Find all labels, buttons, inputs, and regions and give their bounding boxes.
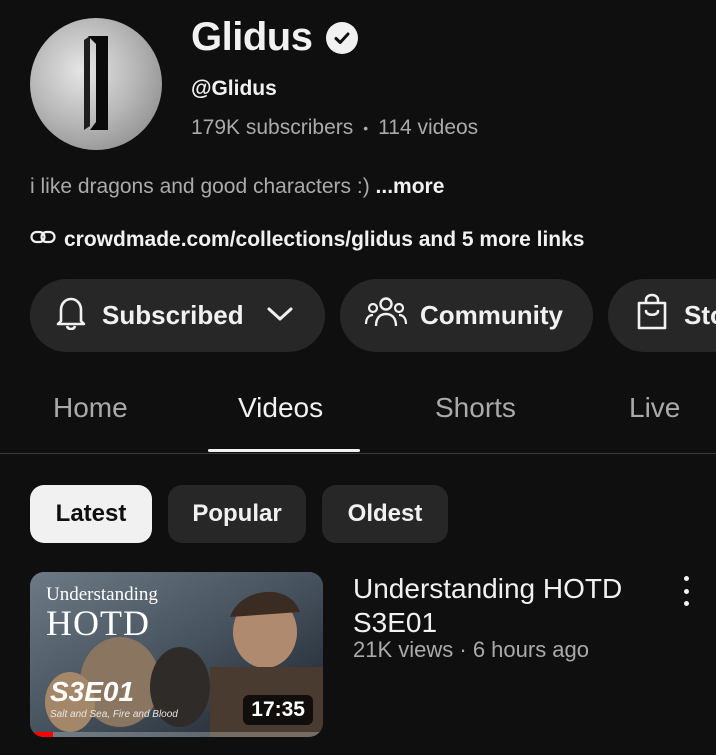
links-text: crowdmade.com/collections/glidus and 5 m… <box>64 228 585 251</box>
thumb-episode-text: S3E01 <box>50 676 135 707</box>
video-count: 114 videos <box>378 116 479 139</box>
link-icon <box>30 228 56 252</box>
tab-home[interactable]: Home <box>53 392 128 424</box>
thumb-hotd-text: HOTD <box>46 603 150 643</box>
more-link[interactable]: ...more <box>376 175 445 198</box>
subscribed-button[interactable]: Subscribed <box>30 279 325 352</box>
video-meta: 21K views · 6 hours ago <box>353 637 590 662</box>
shopping-bag-icon <box>634 293 670 338</box>
more-vert-icon[interactable] <box>676 576 696 606</box>
avatar-logo <box>84 36 108 130</box>
channel-name: Glidus <box>191 15 313 59</box>
tab-videos[interactable]: Videos <box>238 392 323 424</box>
tab-shorts[interactable]: Shorts <box>435 392 516 424</box>
active-tab-indicator <box>208 449 360 452</box>
channel-name-row: Glidus <box>191 15 359 60</box>
chip-oldest[interactable]: Oldest <box>322 485 448 543</box>
channel-links[interactable]: crowdmade.com/collections/glidus and 5 m… <box>30 228 584 252</box>
community-button[interactable]: Community <box>340 279 593 352</box>
watch-progress-track <box>30 732 323 737</box>
tab-divider <box>0 453 716 454</box>
stats-separator: • <box>363 120 369 136</box>
channel-handle: @Glidus <box>191 77 277 100</box>
chip-latest[interactable]: Latest <box>30 485 152 543</box>
channel-avatar[interactable] <box>30 18 162 150</box>
video-duration: 17:35 <box>243 695 313 725</box>
tab-live[interactable]: Live <box>629 392 680 424</box>
bell-icon <box>54 294 88 337</box>
thumb-caption-text: Salt and Sea, Fire and Blood <box>50 709 178 720</box>
community-label: Community <box>420 300 563 330</box>
verified-check-icon <box>326 21 359 54</box>
bio-text: i like dragons and good characters :) <box>30 175 376 198</box>
store-button[interactable]: Store <box>608 279 716 352</box>
watch-progress-bar <box>30 732 54 737</box>
people-icon <box>364 294 408 337</box>
channel-description[interactable]: i like dragons and good characters :) ..… <box>30 175 444 199</box>
chip-popular[interactable]: Popular <box>168 485 306 543</box>
video-thumbnail[interactable]: Understanding HOTD S3E01 Salt and Sea, F… <box>30 572 323 737</box>
store-label: Store <box>684 300 716 330</box>
chevron-down-icon <box>266 300 294 331</box>
channel-stats: 179K subscribers • 114 videos <box>191 116 478 140</box>
video-title[interactable]: Understanding HOTD S3E01 <box>353 572 653 640</box>
subscribed-label: Subscribed <box>102 300 244 330</box>
subscriber-count: 179K subscribers <box>191 116 354 139</box>
